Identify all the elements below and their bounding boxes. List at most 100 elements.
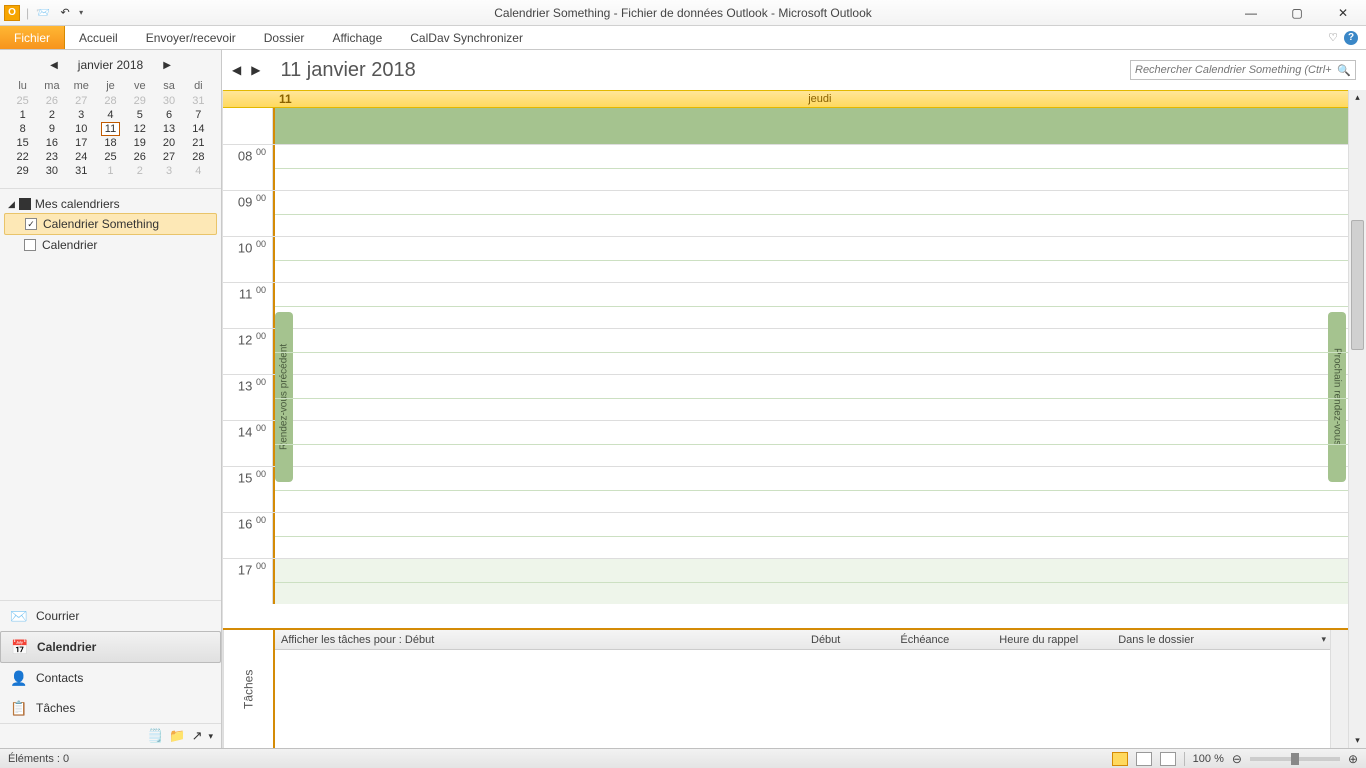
time-row[interactable]: 09 00 [223,190,1348,236]
zoom-out-button[interactable]: ⊖ [1232,752,1242,766]
tasks-scrollbar[interactable] [1330,630,1348,748]
search-input[interactable] [1135,64,1337,76]
time-row[interactable]: 14 00 [223,420,1348,466]
minical-day[interactable]: 4 [96,108,125,122]
minical-day[interactable]: 21 [184,136,213,150]
day-scrollbar[interactable]: ▴ ▾ [1348,90,1366,748]
minical-day[interactable]: 1 [96,164,125,178]
minical-day[interactable]: 15 [8,136,37,150]
minical-day[interactable]: 22 [8,150,37,164]
time-cell[interactable] [273,421,1348,466]
zoom-in-button[interactable]: ⊕ [1348,752,1358,766]
maximize-button[interactable]: ▢ [1274,0,1320,26]
notes-icon[interactable]: 🗒️ [147,728,163,744]
minical-day[interactable]: 29 [125,94,154,108]
undo-icon[interactable]: ↶ [57,5,73,21]
calendar-group[interactable]: ◢ Mes calendriers [4,195,217,213]
calendar-tree-item[interactable]: Calendrier [4,235,217,255]
group-checkbox[interactable] [19,198,31,210]
time-cell[interactable] [273,513,1348,558]
minical-day[interactable]: 3 [154,164,183,178]
time-cell[interactable] [273,237,1348,282]
minical-day[interactable]: 11 [96,122,125,136]
minical-day[interactable]: 19 [125,136,154,150]
minical-day[interactable]: 25 [8,94,37,108]
tasks-header[interactable]: Afficher les tâches pour : Début Début É… [275,630,1330,650]
tab-file[interactable]: Fichier [0,26,65,49]
time-row[interactable]: 08 00 [223,144,1348,190]
folder-icon[interactable]: 📁 [169,728,185,744]
tasks-col-rappel[interactable]: Heure du rappel [989,634,1088,646]
tab-folder[interactable]: Dossier [250,26,319,49]
send-receive-icon[interactable]: 📨 [35,5,51,21]
minical-day[interactable]: 26 [125,150,154,164]
minical-day[interactable]: 13 [154,122,183,136]
calendar-tree-item[interactable]: ✓Calendrier Something [4,213,217,235]
minical-day[interactable]: 10 [67,122,96,136]
tab-view[interactable]: Affichage [318,26,396,49]
minical-day[interactable]: 17 [67,136,96,150]
tasks-col-debut[interactable]: Début [801,634,850,646]
minical-day[interactable]: 31 [184,94,213,108]
nav-tasks[interactable]: 📋 Tâches [0,693,221,723]
minical-day[interactable]: 25 [96,150,125,164]
time-row[interactable]: 10 00 [223,236,1348,282]
minical-day[interactable]: 9 [37,122,66,136]
all-day-row[interactable] [223,108,1348,144]
configure-buttons-icon[interactable]: ▾ [208,731,213,742]
tab-caldav[interactable]: CalDav Synchronizer [396,26,537,49]
time-grid[interactable]: Rendez-vous précédent Prochain rendez-vo… [223,144,1348,628]
minical-day[interactable]: 18 [96,136,125,150]
minical-day[interactable]: 4 [184,164,213,178]
tasks-col-dossier[interactable]: Dans le dossier [1108,634,1204,646]
view-normal-button[interactable] [1112,752,1128,766]
minical-day[interactable]: 20 [154,136,183,150]
time-cell[interactable] [273,467,1348,512]
time-cell[interactable] [273,559,1348,604]
time-row[interactable]: 17 00 [223,558,1348,604]
minical-day[interactable]: 7 [184,108,213,122]
view-split-button[interactable] [1160,752,1176,766]
minical-day[interactable]: 2 [125,164,154,178]
ribbon-heart-icon[interactable]: ♡ [1328,31,1338,44]
time-cell[interactable] [273,329,1348,374]
calendar-checkbox[interactable] [24,239,36,251]
minical-day[interactable]: 28 [184,150,213,164]
outlook-icon[interactable]: O [4,5,20,21]
minical-day[interactable]: 8 [8,122,37,136]
search-box[interactable]: 🔍 [1130,60,1356,80]
minical-day[interactable]: 30 [37,164,66,178]
qat-customize-icon[interactable]: ▾ [79,8,83,17]
next-day-icon[interactable]: ▶ [251,63,260,77]
zoom-slider[interactable] [1250,757,1340,761]
time-row[interactable]: 12 00 [223,328,1348,374]
minical-day[interactable]: 26 [37,94,66,108]
minical-day[interactable]: 6 [154,108,183,122]
tab-home[interactable]: Accueil [65,26,132,49]
minical-day[interactable]: 31 [67,164,96,178]
minical-day[interactable]: 2 [37,108,66,122]
close-button[interactable]: ✕ [1320,0,1366,26]
nav-mail[interactable]: ✉️ Courrier [0,601,221,631]
minical-day[interactable]: 14 [184,122,213,136]
minical-day[interactable]: 23 [37,150,66,164]
nav-calendar[interactable]: 📅 Calendrier [0,631,221,663]
minical-day[interactable]: 29 [8,164,37,178]
minical-day[interactable]: 1 [8,108,37,122]
time-row[interactable]: 13 00 [223,374,1348,420]
search-icon[interactable]: 🔍 [1337,64,1351,77]
tasks-col-echeance[interactable]: Échéance [890,634,959,646]
time-cell[interactable] [273,375,1348,420]
minical-day[interactable]: 16 [37,136,66,150]
time-cell[interactable] [273,145,1348,190]
tab-send-receive[interactable]: Envoyer/recevoir [132,26,250,49]
time-cell[interactable] [273,191,1348,236]
prev-day-icon[interactable]: ◀ [232,63,241,77]
prev-month-icon[interactable]: ◀ [50,60,58,71]
nav-contacts[interactable]: 👤 Contacts [0,663,221,693]
time-row[interactable]: 16 00 [223,512,1348,558]
minical-day[interactable]: 24 [67,150,96,164]
minical-day[interactable]: 3 [67,108,96,122]
minical-day[interactable]: 12 [125,122,154,136]
minical-day[interactable]: 27 [154,150,183,164]
